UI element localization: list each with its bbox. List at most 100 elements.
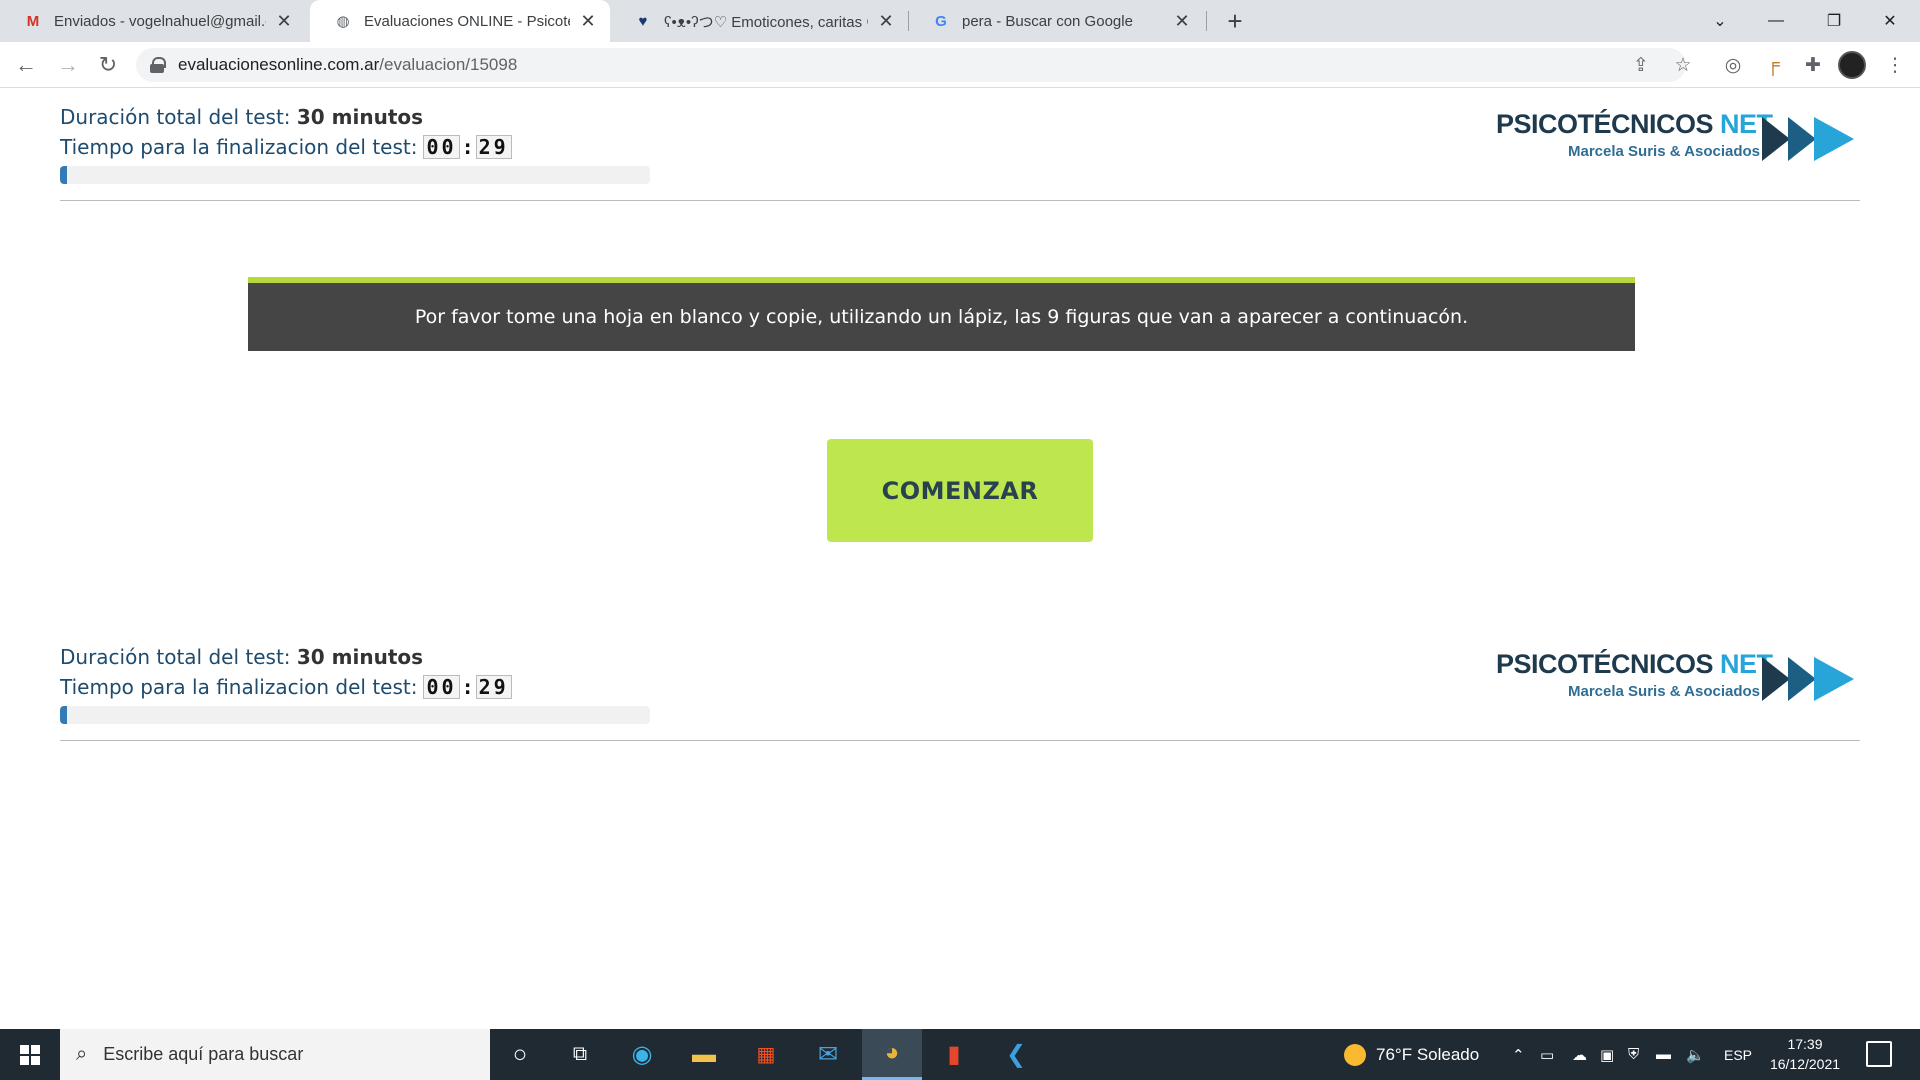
close-icon[interactable]: ✕ (274, 11, 294, 31)
microsoft-store-icon[interactable]: ▦ (736, 1029, 796, 1080)
countdown-timer: 00 : 29 (423, 675, 512, 699)
start-button[interactable]: COMENZAR (827, 439, 1093, 542)
tab-title: pera - Buscar con Google (962, 12, 1133, 30)
duration-value: 30 minutos (296, 645, 424, 669)
battery-icon[interactable]: ▬ (1656, 1029, 1671, 1080)
lock-icon (150, 57, 166, 73)
mail-icon[interactable]: ✉ (798, 1029, 858, 1080)
timer-colon: : (461, 135, 474, 159)
taskbar-clock[interactable]: 17:39 16/12/2021 (1760, 1034, 1850, 1074)
meet-now-icon[interactable]: ▭ (1540, 1029, 1554, 1080)
url-path: /evaluacion/15098 (379, 55, 518, 74)
duration-label: Duración total del test: (60, 645, 291, 669)
tab-google-search[interactable]: G pera - Buscar con Google ✕ (908, 0, 1204, 42)
tab-gmail[interactable]: M Enviados - vogelnahuel@gmail.com ✕ (0, 0, 306, 42)
browser-tab-strip: M Enviados - vogelnahuel@gmail.com ✕ ◍ E… (0, 0, 1920, 42)
timer-seconds: 29 (475, 675, 512, 699)
tab-title: Enviados - vogelnahuel@gmail.com (54, 12, 266, 30)
test-header-bottom: Duración total del test: 30 minutos Tiem… (60, 629, 1860, 741)
heart-icon: ♥ (638, 12, 648, 30)
office-icon[interactable]: ▮ (924, 1029, 984, 1080)
remaining-line: Tiempo para la finalizacion del test: 00… (60, 675, 512, 699)
timer-minutes: 00 (423, 135, 460, 159)
vscode-icon[interactable]: ❮ (986, 1029, 1046, 1080)
extension-pin-icon[interactable]: ╒ (1758, 50, 1788, 80)
windows-taskbar: ⌕ Escribe aquí para buscar ○ ⧉ ◉ ▬ ▦ ✉ ◕… (0, 1029, 1920, 1080)
reload-icon[interactable]: ↻ (92, 49, 124, 81)
remaining-line: Tiempo para la finalizacion del test: 00… (60, 135, 512, 159)
window-close-icon[interactable]: ✕ (1862, 0, 1918, 42)
logo-brand-main: PSICOTÉCNICOS (1496, 649, 1714, 679)
remaining-label: Tiempo para la finalizacion del test: (60, 135, 418, 159)
logo-brand: PSICOTÉCNICOS NET (1496, 649, 1773, 680)
browser-menu-icon[interactable]: ⋮ (1880, 50, 1910, 80)
logo-arrows-icon (1762, 117, 1854, 161)
duration-label: Duración total del test: (60, 105, 291, 129)
edge-icon[interactable]: ◉ (612, 1029, 672, 1080)
file-explorer-icon[interactable]: ▬ (674, 1029, 734, 1080)
timer-seconds: 29 (475, 135, 512, 159)
volume-icon[interactable]: 🔈 (1686, 1029, 1705, 1080)
duration-value: 30 minutos (296, 105, 424, 129)
language-indicator[interactable]: ESP (1724, 1029, 1752, 1080)
time-progress-fill (60, 166, 68, 184)
show-hidden-icons-chevron-icon[interactable]: ⌃ (1512, 1029, 1525, 1080)
psicotecnicos-logo: PSICOTÉCNICOS NET Marcela Suris & Asocia… (1496, 109, 1856, 169)
close-icon[interactable]: ✕ (1172, 11, 1192, 31)
new-tab-button[interactable]: + (1222, 8, 1248, 34)
tab-title: ʕ•ᴥ•ʔつ♡ Emoticones, caritas 😛 (664, 13, 868, 31)
page-content: Duración total del test: 30 minutos Tiem… (0, 89, 1920, 1029)
url-host: evaluacionesonline.com.ar (178, 55, 380, 74)
taskbar-search-box[interactable]: ⌕ Escribe aquí para buscar (60, 1029, 490, 1080)
clock-date: 16/12/2021 (1769, 1056, 1841, 1072)
sun-icon (1344, 1043, 1366, 1066)
profile-avatar[interactable] (1838, 51, 1866, 79)
test-header-top: Duración total del test: 30 minutos Tiem… (60, 89, 1860, 201)
gmail-icon: M (26, 12, 40, 30)
forward-icon[interactable]: → (52, 49, 84, 81)
minimize-icon[interactable]: — (1748, 0, 1804, 42)
time-progress-bar (60, 166, 650, 184)
share-icon[interactable]: ⇪ (1626, 50, 1656, 80)
time-progress-fill (60, 706, 68, 724)
instruction-text: Por favor tome una hoja en blanco y copi… (414, 306, 1469, 328)
logo-brand: PSICOTÉCNICOS NET (1496, 109, 1773, 140)
task-view-icon[interactable]: ⧉ (550, 1029, 610, 1080)
address-bar[interactable]: evaluacionesonline.com.ar/evaluacion/150… (136, 48, 1686, 82)
network-icon[interactable]: ▣ (1600, 1029, 1614, 1080)
browser-toolbar: ← → ↻ evaluacionesonline.com.ar/evaluaci… (0, 42, 1920, 88)
google-icon: G (935, 12, 947, 30)
windows-start-button[interactable] (0, 1029, 60, 1080)
timer-colon: : (461, 675, 474, 699)
chrome-icon[interactable]: ◕ (862, 1029, 922, 1080)
tab-title: Evaluaciones ONLINE - Psicotécnicos (364, 12, 570, 30)
onedrive-icon[interactable]: ☁ (1572, 1029, 1587, 1080)
logo-brand-main: PSICOTÉCNICOS (1496, 109, 1714, 139)
logo-arrows-icon (1762, 657, 1854, 701)
weather-widget[interactable]: 76°F Soleado (1344, 1029, 1479, 1080)
taskbar-search-placeholder: Escribe aquí para buscar (103, 1044, 304, 1064)
search-icon: ⌕ (76, 1043, 88, 1065)
restore-icon[interactable]: ❐ (1806, 0, 1862, 42)
duration-line: Duración total del test: 30 minutos (60, 645, 423, 669)
timer-minutes: 00 (423, 675, 460, 699)
globe-icon: ◍ (336, 13, 350, 30)
cortana-icon[interactable]: ○ (490, 1029, 550, 1080)
bookmark-star-icon[interactable]: ☆ (1668, 50, 1698, 80)
back-icon[interactable]: ← (10, 49, 42, 81)
tab-evaluaciones[interactable]: ◍ Evaluaciones ONLINE - Psicotécnicos ✕ (310, 0, 610, 42)
weather-text: 76°F Soleado (1376, 1044, 1480, 1064)
close-icon[interactable]: ✕ (876, 11, 896, 31)
countdown-timer: 00 : 29 (423, 135, 512, 159)
logo-subtitle: Marcela Suris & Asociados (1568, 683, 1761, 700)
tab-emoticones[interactable]: ♥ ʕ•ᴥ•ʔつ♡ Emoticones, caritas 😛 ✕ (610, 0, 908, 42)
remaining-label: Tiempo para la finalizacion del test: (60, 675, 418, 699)
notifications-icon[interactable] (1866, 1041, 1892, 1067)
extensions-puzzle-icon[interactable]: ✚ (1798, 50, 1828, 80)
extension-icon[interactable]: ◎ (1718, 50, 1748, 80)
tab-divider (1206, 11, 1207, 31)
close-icon[interactable]: ✕ (578, 11, 598, 31)
security-shield-icon[interactable]: ⛨ (1628, 1029, 1639, 1080)
tab-search-chevron-icon[interactable]: ⌄ (1692, 0, 1748, 42)
duration-line: Duración total del test: 30 minutos (60, 105, 423, 129)
